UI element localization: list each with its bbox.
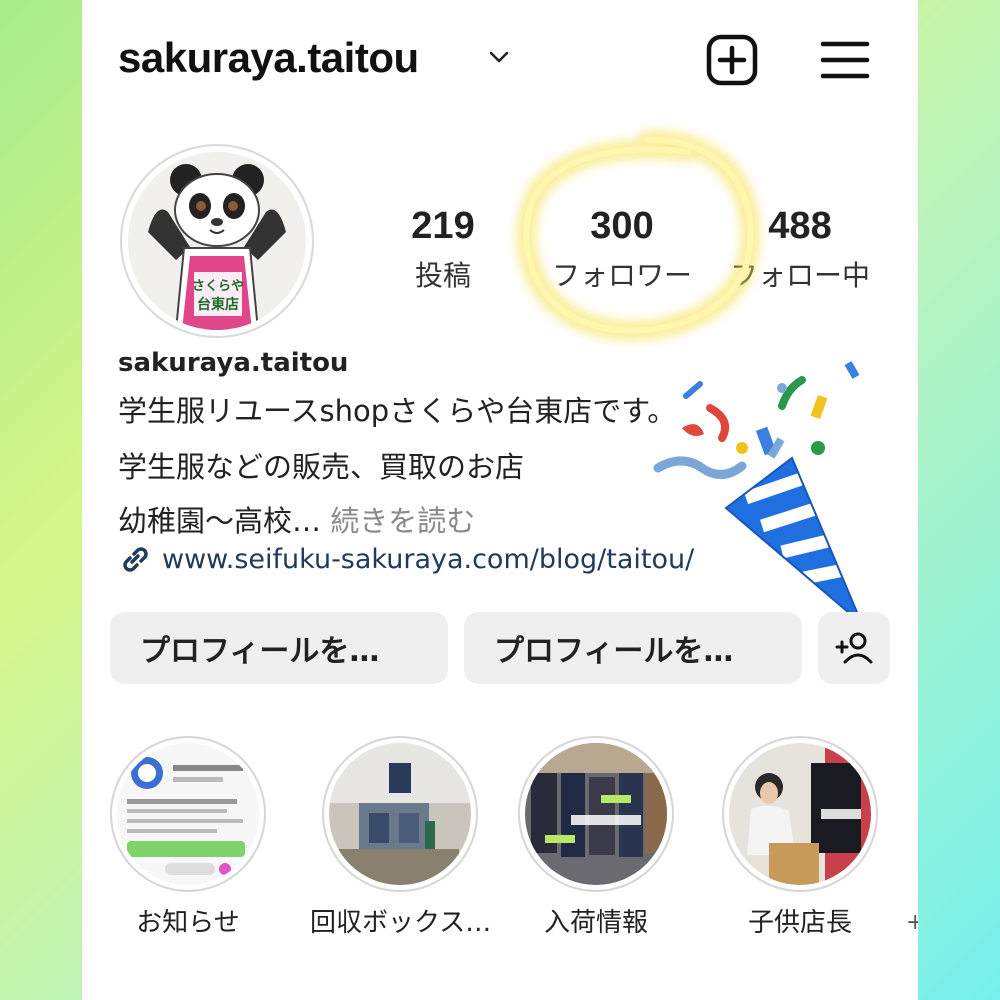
website-link[interactable]: www.seifuku-sakuraya.com/blog/taitou/ — [118, 542, 694, 576]
highlight-item[interactable]: 回収ボックス… — [310, 736, 492, 939]
highlight-thumbnail — [525, 743, 667, 885]
next-highlight-edge: + — [906, 910, 918, 934]
highlight-item[interactable]: お知らせ — [108, 736, 268, 939]
highlight-thumbnail — [329, 743, 471, 885]
add-post-icon[interactable] — [706, 34, 758, 86]
bio-line: 幼稚園〜高校… 続きを読む — [118, 498, 475, 540]
website-link-text: www.seifuku-sakuraya.com/blog/taitou/ — [162, 543, 695, 575]
bio-name: sakuraya.taitou — [118, 348, 349, 378]
followers-label: フォロワー — [551, 259, 692, 292]
highlight-cover — [722, 736, 878, 892]
highlight-thumbnail — [729, 743, 871, 885]
profile-username-header[interactable]: sakuraya.taitou — [118, 34, 419, 82]
highlight-item[interactable]: 子供店長 — [720, 736, 880, 939]
bio-line: 学生服などの販売、買取のお店 — [118, 450, 525, 484]
highlight-cover — [322, 736, 478, 892]
stat-following[interactable]: 488 フォロー中 — [710, 204, 890, 296]
stat-followers[interactable]: 300 フォロワー — [532, 204, 712, 296]
link-icon — [123, 547, 148, 572]
followers-count: 300 — [590, 205, 654, 247]
add-person-button[interactable] — [818, 612, 890, 684]
panda-avatar-image: さくらや 台東店 — [128, 152, 306, 330]
menu-icon[interactable] — [820, 38, 870, 82]
profile-avatar[interactable]: さくらや 台東店 — [120, 144, 314, 338]
apron-text: さくらや — [192, 279, 244, 294]
following-count: 488 — [768, 205, 832, 247]
edit-profile-button[interactable]: プロフィールを… — [110, 612, 448, 684]
highlight-thumbnail — [117, 743, 259, 885]
profile-screen: sakuraya.taitou さくらや 台東店 219 投稿 300 フォロワ… — [82, 0, 918, 1000]
stat-posts[interactable]: 219 投稿 — [398, 204, 488, 296]
read-more-link[interactable]: 続きを読む — [330, 504, 475, 538]
highlight-label: 回収ボックス… — [310, 908, 492, 938]
highlight-cover — [518, 736, 674, 892]
apron-text: 台東店 — [197, 296, 239, 313]
highlight-cover — [110, 736, 266, 892]
following-label: フォロー中 — [729, 259, 870, 292]
bio-line: 学生服リユースshopさくらや台東店です。 — [118, 394, 677, 428]
bio-line-text: 幼稚園〜高校… — [118, 504, 322, 538]
posts-label: 投稿 — [414, 259, 471, 292]
share-profile-button[interactable]: プロフィールを… — [464, 612, 802, 684]
highlight-label: お知らせ — [136, 908, 240, 938]
highlight-label: 子供店長 — [747, 908, 852, 938]
add-person-icon — [835, 632, 873, 664]
highlight-item[interactable]: 入荷情報 — [516, 736, 676, 939]
party-popper-icon — [653, 361, 863, 625]
posts-count: 219 — [411, 205, 475, 247]
highlight-label: 入荷情報 — [543, 908, 648, 938]
chevron-down-icon[interactable] — [486, 44, 512, 70]
